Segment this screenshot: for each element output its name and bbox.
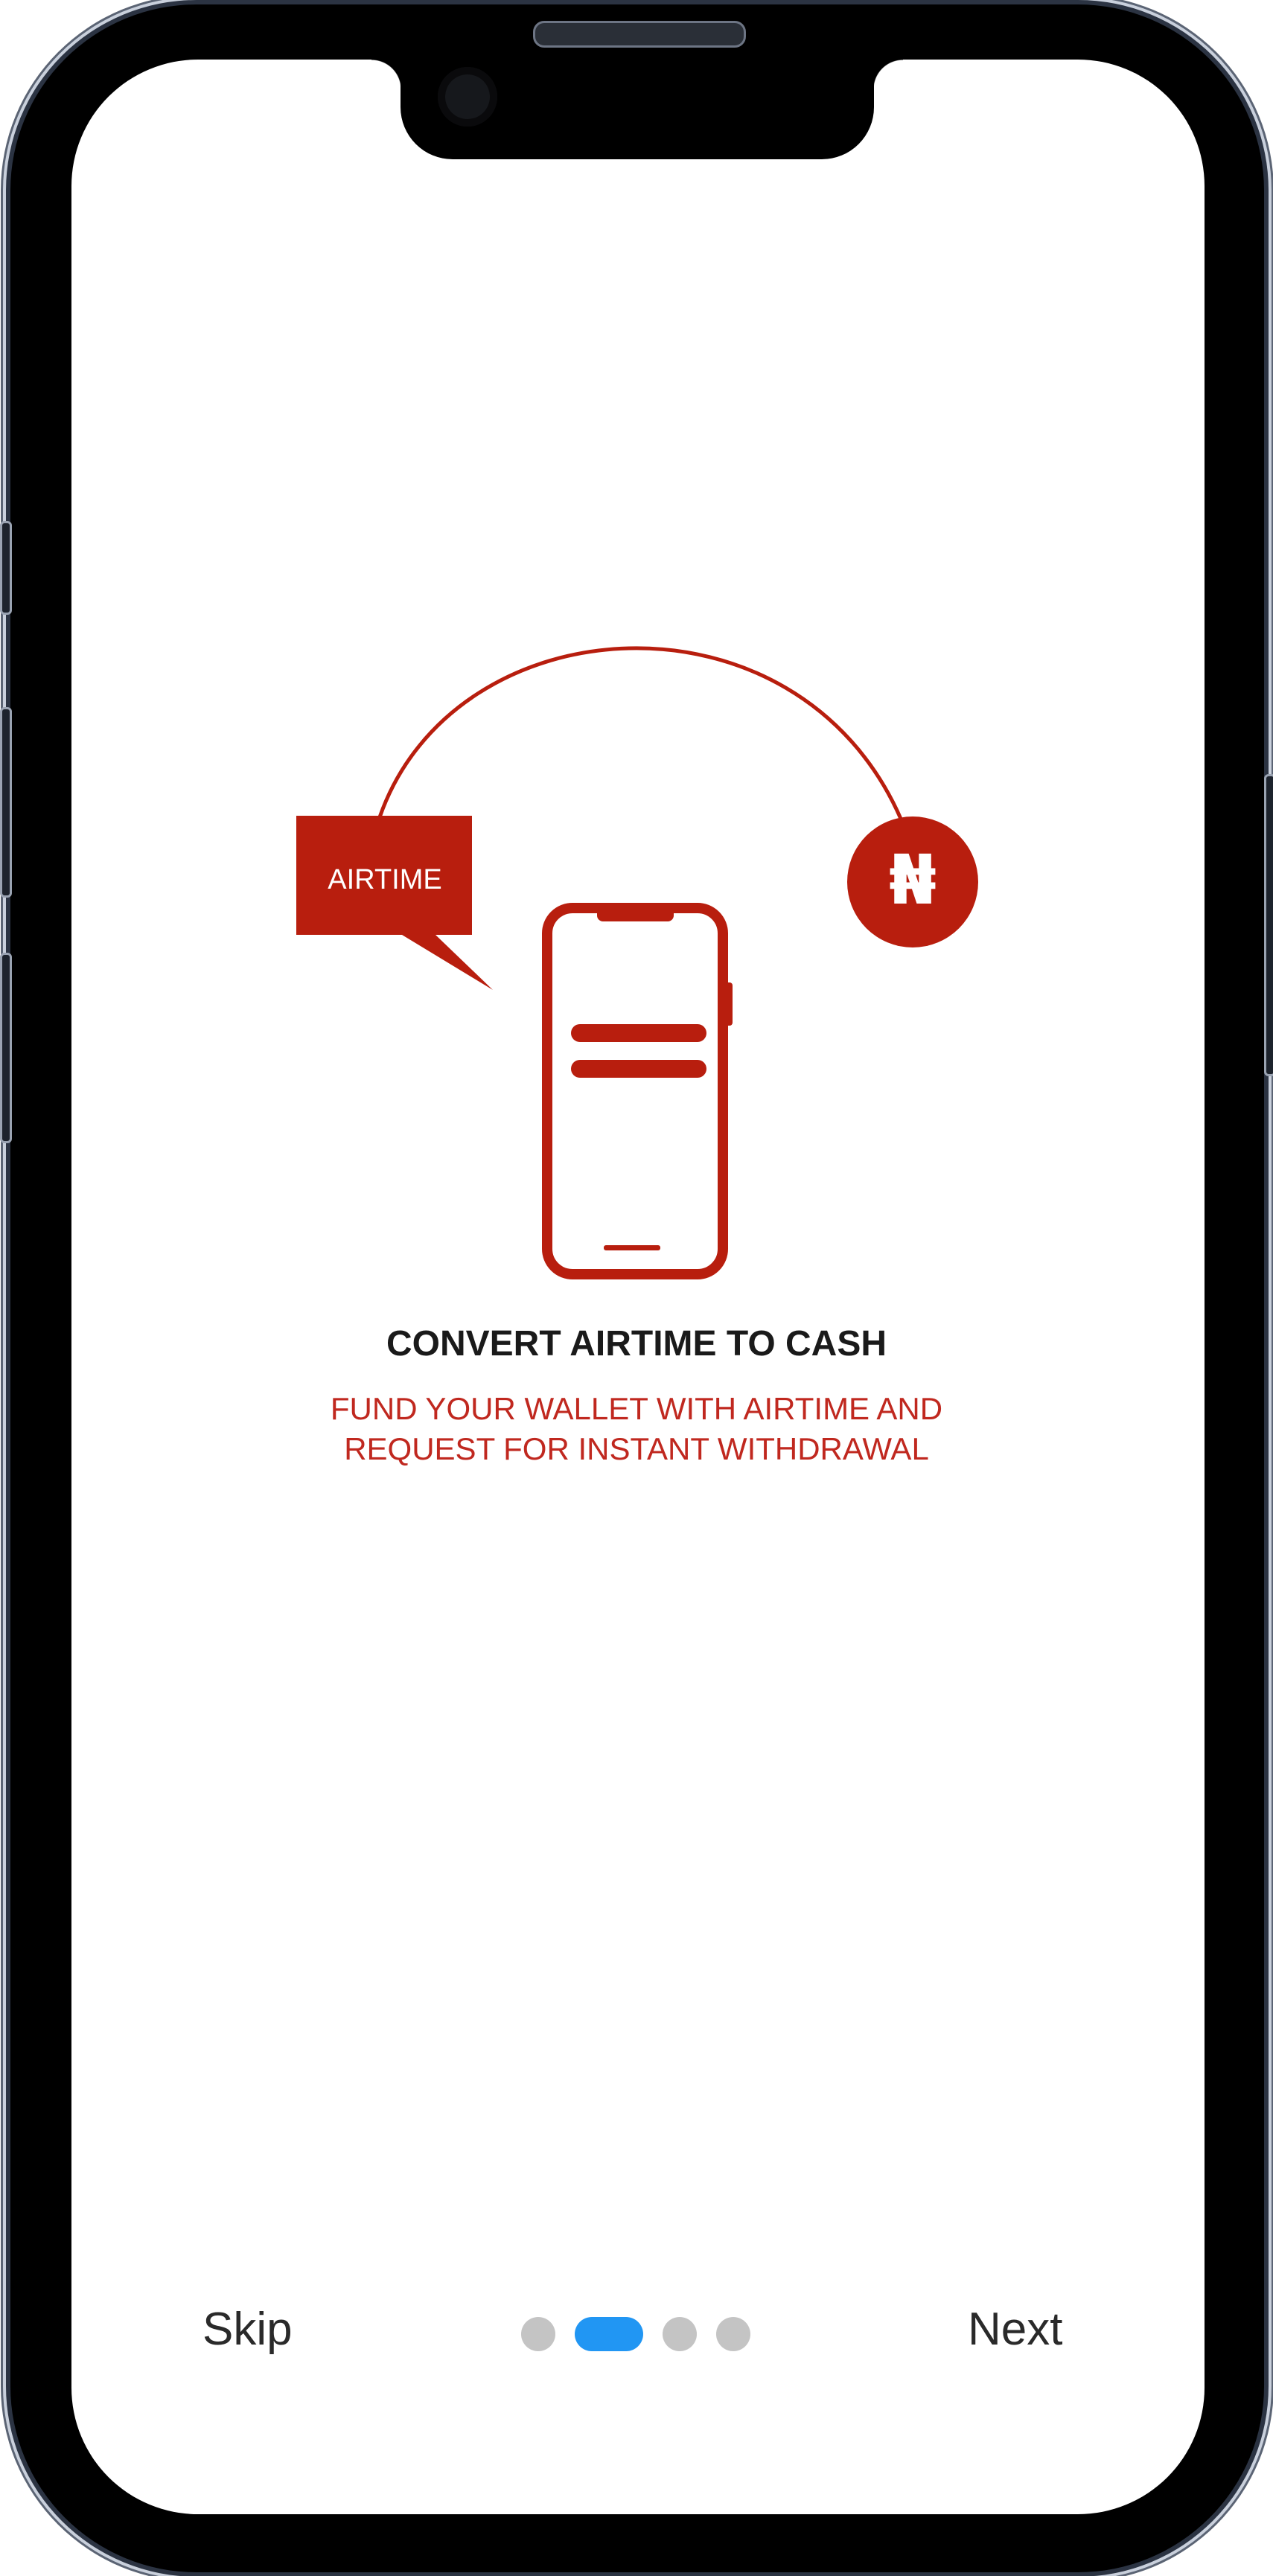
page-indicator: [521, 2316, 770, 2352]
bubble-label: AIRTIME: [328, 864, 441, 895]
airtime-to-cash-illustration: AIRTIME ₦: [296, 646, 978, 1279]
skip-button[interactable]: Skip: [202, 2303, 293, 2356]
power-button: [1264, 774, 1273, 1076]
page-dot-1[interactable]: [521, 2317, 555, 2351]
smartphone-icon: [542, 903, 733, 1279]
transfer-arc: [377, 646, 903, 820]
page-dot-3[interactable]: [663, 2317, 697, 2351]
silent-switch: [0, 521, 12, 615]
volume-down-button: [0, 953, 12, 1143]
notch-corner: [873, 60, 903, 89]
subtitle-line-2: REQUEST FOR INSTANT WITHDRAWAL: [344, 1431, 929, 1466]
naira-coin-icon: ₦: [847, 816, 978, 947]
airtime-bubble-icon: AIRTIME: [296, 816, 493, 990]
volume-up-button: [0, 707, 12, 898]
page-dot-4[interactable]: [716, 2317, 750, 2351]
notch-corner: [371, 60, 401, 89]
earpiece-speaker: [533, 21, 746, 48]
onboarding-subtitle: FUND YOUR WALLET WITH AIRTIME AND REQUES…: [0, 1389, 1273, 1469]
onboarding-title: CONVERT AIRTIME TO CASH: [386, 1324, 887, 1364]
page-dot-2-active[interactable]: [575, 2317, 643, 2351]
currency-symbol: ₦: [889, 840, 937, 920]
next-button[interactable]: Next: [968, 2303, 1062, 2356]
subtitle-line-1: FUND YOUR WALLET WITH AIRTIME AND: [330, 1391, 943, 1426]
front-camera: [438, 67, 497, 127]
